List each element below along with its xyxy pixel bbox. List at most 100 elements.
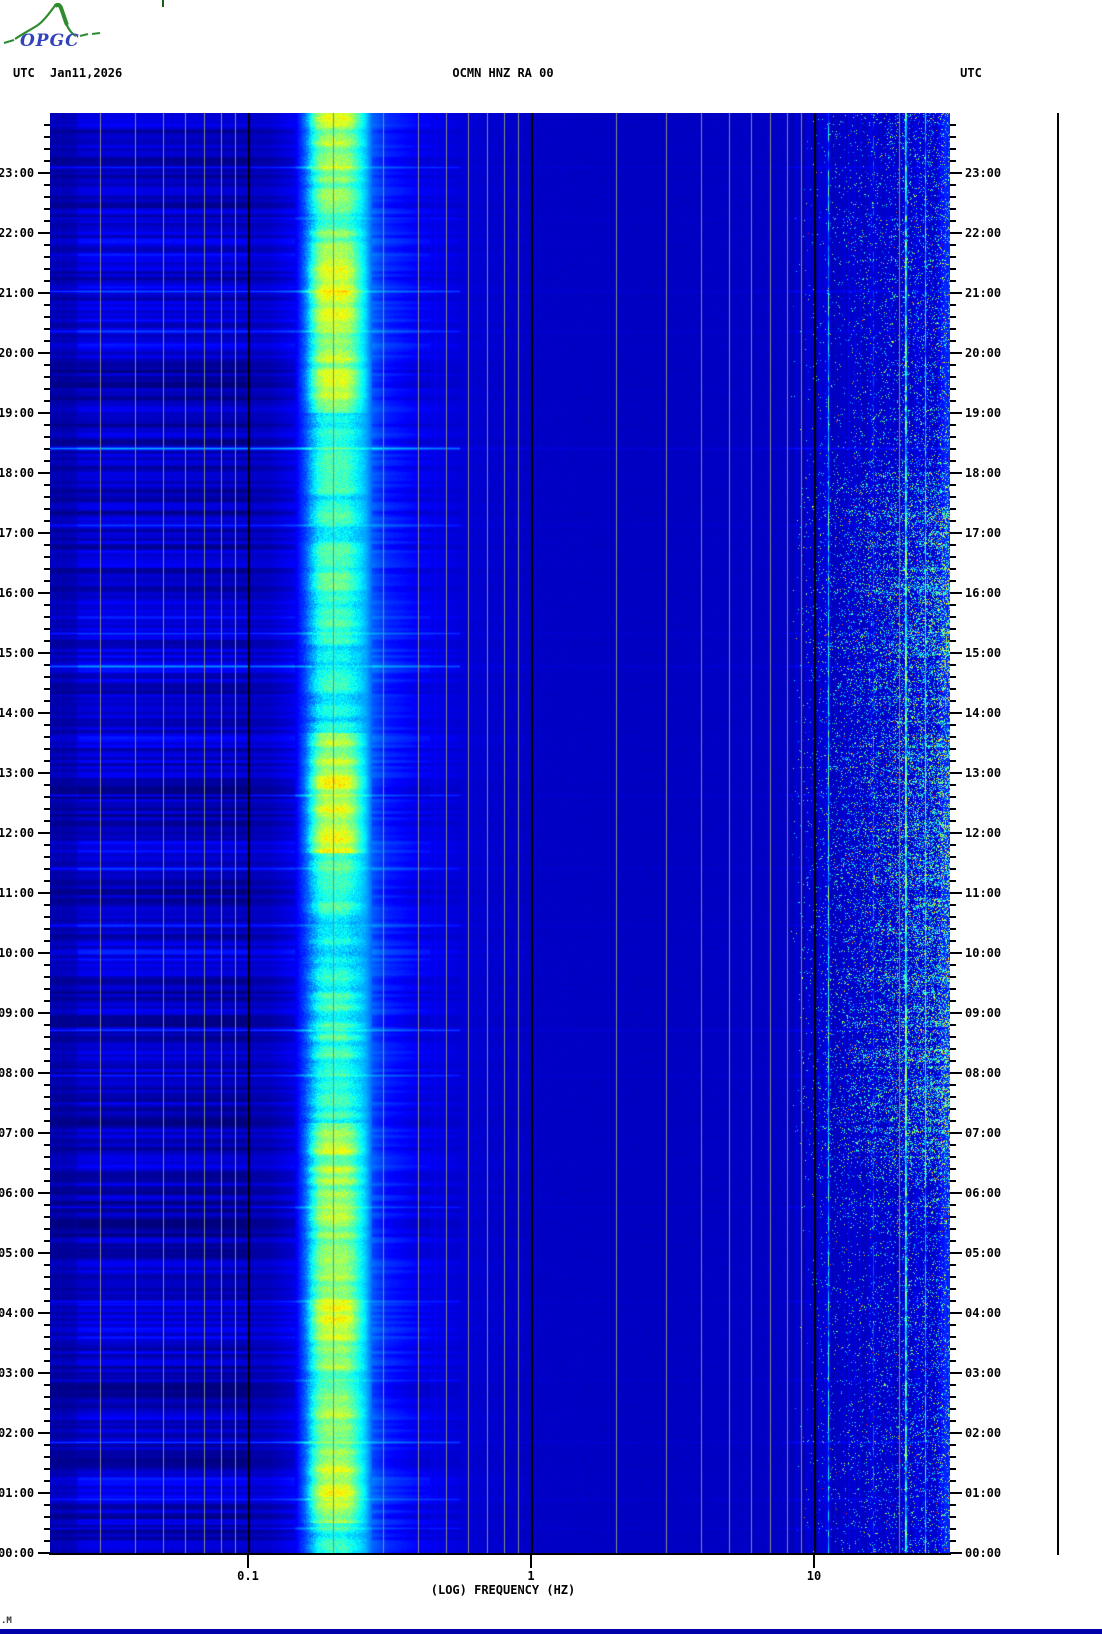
- time-tick-left: [44, 1420, 50, 1422]
- time-tick-right: [950, 1204, 956, 1206]
- time-tick-left: [44, 1144, 50, 1146]
- time-label-right: 06:00: [965, 1186, 1002, 1200]
- opgc-logo: OPGC: [3, 2, 101, 51]
- time-label-left: 09:00: [0, 1006, 35, 1020]
- time-tick-left: [44, 568, 50, 570]
- time-tick-right: [950, 664, 956, 666]
- time-tick-right: [950, 220, 956, 222]
- time-tick-left: [38, 652, 50, 654]
- time-label-right: 21:00: [965, 286, 1002, 300]
- time-tick-right: [950, 1144, 956, 1146]
- time-tick-right: [950, 1048, 956, 1050]
- time-tick-left: [38, 232, 50, 234]
- time-tick-right: [950, 796, 956, 798]
- logo-mountain-dash-right2: [91, 32, 101, 35]
- time-label-right: 00:00: [965, 1546, 1002, 1560]
- time-tick-left: [44, 1096, 50, 1098]
- time-tick-right: [950, 772, 962, 774]
- time-label-right: 14:00: [965, 706, 1002, 720]
- time-tick-left: [44, 916, 50, 918]
- time-tick-left: [44, 1216, 50, 1218]
- time-tick-left: [44, 628, 50, 630]
- time-tick-left: [44, 160, 50, 162]
- time-tick-left: [38, 1312, 50, 1314]
- time-tick-left: [38, 712, 50, 714]
- time-label-right: 13:00: [965, 766, 1002, 780]
- time-tick-left: [38, 892, 50, 894]
- time-tick-left: [38, 592, 50, 594]
- time-label-left: 11:00: [0, 886, 35, 900]
- time-label-left: 15:00: [0, 646, 35, 660]
- time-tick-right: [950, 1096, 956, 1098]
- time-tick-right: [950, 784, 956, 786]
- time-tick-right: [950, 184, 956, 186]
- time-tick-left: [44, 1024, 50, 1026]
- time-tick-left: [44, 424, 50, 426]
- time-tick-right: [950, 940, 956, 942]
- time-tick-right: [950, 1408, 956, 1410]
- time-tick-left: [44, 1288, 50, 1290]
- time-tick-left: [44, 1396, 50, 1398]
- time-tick-left: [38, 1432, 50, 1434]
- time-tick-right: [950, 592, 962, 594]
- time-label-left: 04:00: [0, 1306, 35, 1320]
- time-tick-right: [950, 856, 956, 858]
- time-tick-left: [44, 580, 50, 582]
- time-label-right: 15:00: [965, 646, 1002, 660]
- time-tick-left: [44, 1228, 50, 1230]
- time-tick-left: [44, 1360, 50, 1362]
- time-tick-right: [950, 1276, 956, 1278]
- time-tick-right: [950, 316, 956, 318]
- time-tick-left: [44, 388, 50, 390]
- spectrogram-canvas: [50, 113, 950, 1553]
- time-tick-right: [950, 424, 956, 426]
- time-tick-right: [950, 760, 956, 762]
- time-tick-left: [44, 604, 50, 606]
- time-tick-right: [950, 688, 956, 690]
- time-tick-left: [38, 1072, 50, 1074]
- time-label-right: 12:00: [965, 826, 1002, 840]
- time-label-right: 17:00: [965, 526, 1002, 540]
- time-tick-right: [950, 472, 962, 474]
- time-tick-left: [44, 436, 50, 438]
- time-tick-left: [44, 976, 50, 978]
- time-tick-right: [950, 1216, 956, 1218]
- time-tick-left: [44, 616, 50, 618]
- x-axis-line: [49, 1553, 951, 1555]
- time-tick-left: [44, 928, 50, 930]
- time-tick-left: [44, 1444, 50, 1446]
- time-label-right: 19:00: [965, 406, 1002, 420]
- time-tick-left: [44, 316, 50, 318]
- time-tick-right: [950, 496, 956, 498]
- time-tick-right: [950, 1192, 962, 1194]
- time-tick-left: [38, 1192, 50, 1194]
- time-tick-left: [44, 184, 50, 186]
- time-tick-right: [950, 1000, 956, 1002]
- time-tick-left: [44, 448, 50, 450]
- time-tick-right: [950, 508, 956, 510]
- time-label-left: 19:00: [0, 406, 35, 420]
- time-tick-right: [950, 280, 956, 282]
- time-tick-right: [950, 1264, 956, 1266]
- time-tick-left: [44, 1204, 50, 1206]
- time-tick-right: [950, 988, 956, 990]
- time-tick-right: [950, 1420, 956, 1422]
- time-tick-left: [44, 556, 50, 558]
- time-tick-left: [44, 796, 50, 798]
- time-tick-left: [44, 460, 50, 462]
- time-tick-left: [44, 868, 50, 870]
- time-tick-left: [44, 136, 50, 138]
- time-tick-left: [44, 748, 50, 750]
- time-label-left: 07:00: [0, 1126, 35, 1140]
- time-tick-right: [950, 808, 956, 810]
- time-tick-left: [44, 1324, 50, 1326]
- time-tick-left: [44, 1336, 50, 1338]
- time-tick-left: [44, 1516, 50, 1518]
- time-label-left: 05:00: [0, 1246, 35, 1260]
- time-tick-left: [44, 520, 50, 522]
- time-tick-right: [950, 160, 956, 162]
- time-tick-left: [44, 1168, 50, 1170]
- time-tick-right: [950, 628, 956, 630]
- freq-tick: [530, 1553, 532, 1568]
- time-tick-right: [950, 1396, 956, 1398]
